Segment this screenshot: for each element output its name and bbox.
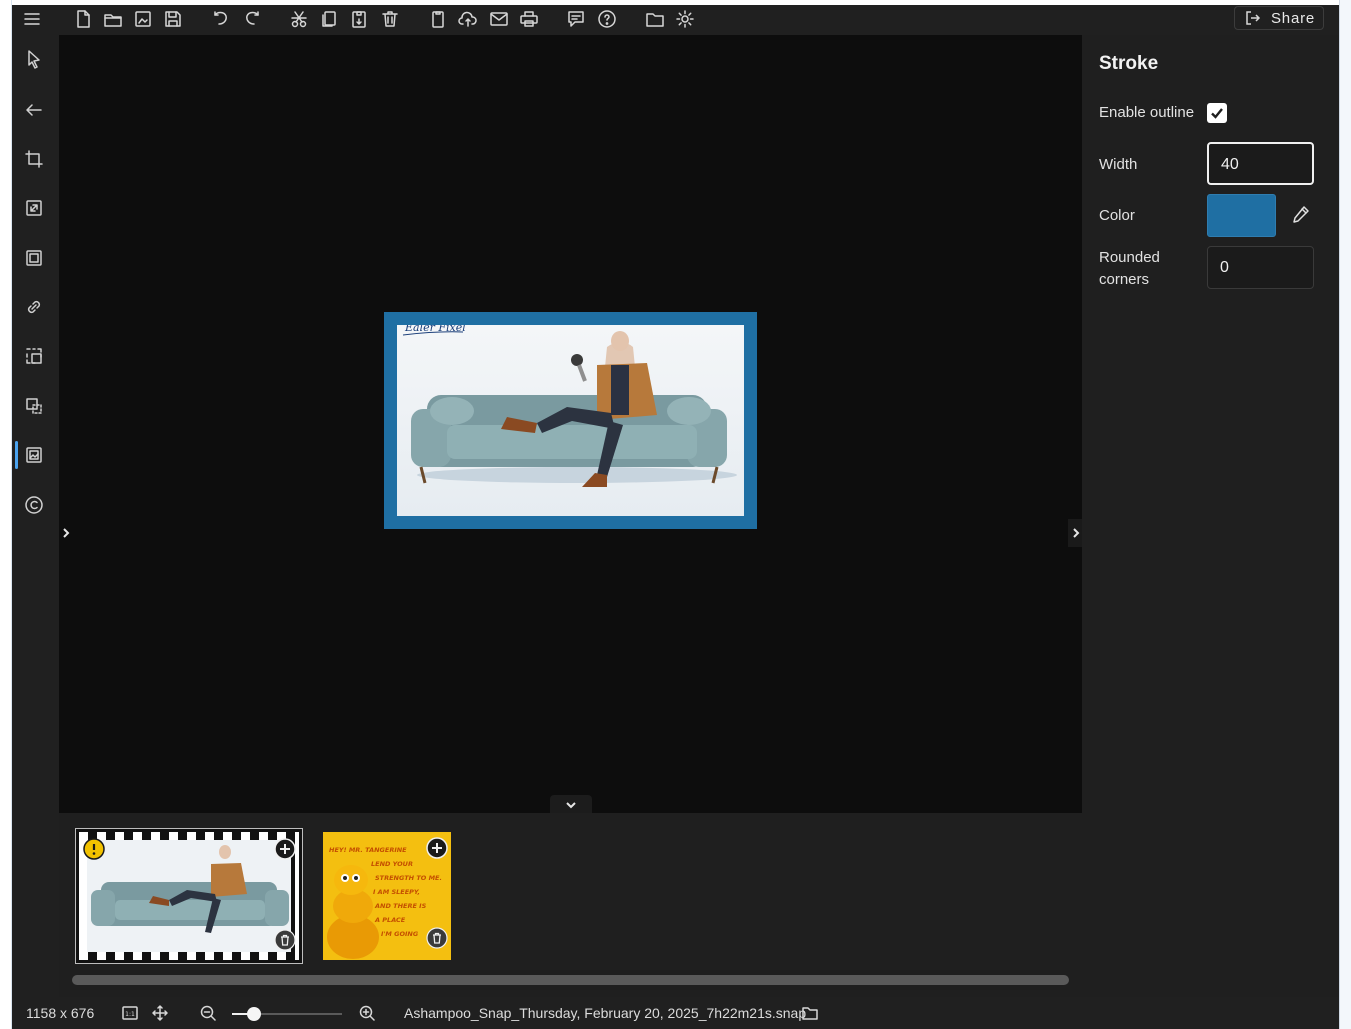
email-icon[interactable] — [487, 7, 511, 31]
add-icon[interactable] — [274, 838, 296, 860]
clipboard-icon[interactable] — [426, 7, 450, 31]
back-arrow-icon[interactable] — [20, 96, 48, 124]
width-input[interactable]: 40 — [1207, 142, 1314, 185]
poster-line-4: I AM SLEEPY, — [373, 888, 420, 896]
help-icon[interactable] — [595, 7, 619, 31]
save-icon[interactable] — [161, 7, 185, 31]
link-icon[interactable] — [20, 293, 48, 321]
width-label: Width — [1099, 156, 1138, 173]
copy-region-icon[interactable] — [20, 392, 48, 420]
collapse-filmstrip-button[interactable] — [550, 795, 592, 815]
poster-line-3: STRENGTH TO ME. — [375, 874, 442, 882]
warning-icon — [83, 838, 105, 860]
top-toolbar: Share — [12, 5, 1339, 35]
poster-line-2: LEND YOUR — [371, 860, 413, 868]
zoom-slider-thumb[interactable] — [247, 1007, 261, 1021]
resize-icon[interactable] — [20, 194, 48, 222]
cut-icon[interactable] — [287, 7, 311, 31]
add-icon[interactable] — [426, 837, 448, 859]
active-tool-indicator — [15, 441, 18, 469]
zoom-out-icon[interactable] — [198, 1003, 218, 1023]
trash-icon[interactable] — [426, 927, 448, 949]
select-tool-icon[interactable] — [20, 45, 48, 73]
filmstrip-scrollbar[interactable] — [72, 975, 1069, 985]
edited-image[interactable]: Ealer Fixel — [384, 312, 757, 529]
poster-line-6: A PLACE — [374, 916, 406, 924]
actual-size-button[interactable]: 1:1 — [120, 1003, 140, 1023]
new-file-icon[interactable] — [71, 7, 95, 31]
folder-icon[interactable] — [643, 7, 667, 31]
image-border-icon[interactable] — [20, 441, 48, 469]
rounded-corners-label: Rounded corners — [1099, 249, 1160, 288]
poster-line-7: I'M GOING — [381, 930, 419, 938]
poster-line-1: HEY! MR. TANGERINE — [329, 846, 407, 854]
filmstrip: HEY! MR. TANGERINE LEND YOUR STRENGTH TO… — [59, 813, 1082, 997]
checkered-border — [79, 832, 299, 960]
zoom-slider[interactable] — [232, 1007, 342, 1021]
crop-icon[interactable] — [20, 145, 48, 173]
open-containing-folder-icon[interactable] — [800, 1003, 820, 1023]
color-label: Color — [1099, 207, 1135, 224]
region-select-icon[interactable] — [20, 342, 48, 370]
enable-outline-label: Enable outline — [1099, 104, 1195, 121]
copyright-icon[interactable] — [20, 491, 48, 519]
redo-icon[interactable] — [240, 7, 264, 31]
rounded-corners-input[interactable]: 0 — [1207, 246, 1314, 289]
enable-outline-checkbox[interactable] — [1207, 103, 1227, 123]
copy-icon[interactable] — [317, 7, 341, 31]
window-border-right — [1339, 0, 1351, 1029]
paste-icon[interactable] — [347, 7, 371, 31]
cloud-upload-icon[interactable] — [456, 7, 480, 31]
frame-icon[interactable] — [20, 244, 48, 272]
status-bar: 1158 x 676 1:1 Ashampoo_Snap_Thursday, F… — [12, 997, 1339, 1029]
filmstrip-thumb-1[interactable] — [75, 828, 303, 964]
open-folder-icon[interactable] — [101, 7, 125, 31]
sofa-photo: Ealer Fixel — [397, 321, 744, 516]
share-button[interactable]: Share — [1234, 6, 1324, 30]
delete-icon[interactable] — [378, 7, 402, 31]
share-label: Share — [1271, 9, 1316, 27]
chevron-right-icon — [63, 528, 70, 538]
fit-to-window-icon[interactable] — [150, 1003, 170, 1023]
tool-rail — [12, 35, 59, 997]
zoom-in-icon[interactable] — [357, 1003, 377, 1023]
color-swatch[interactable] — [1207, 194, 1276, 237]
image-dimensions: 1158 x 676 — [26, 1005, 95, 1021]
eyedropper-icon[interactable] — [1287, 202, 1313, 228]
save-as-icon[interactable] — [131, 7, 155, 31]
file-name: Ashampoo_Snap_Thursday, February 20, 202… — [404, 1005, 807, 1021]
share-icon — [1246, 11, 1261, 25]
filmstrip-thumb-2[interactable]: HEY! MR. TANGERINE LEND YOUR STRENGTH TO… — [323, 832, 451, 960]
chevron-down-icon — [566, 802, 576, 809]
actual-size-label: 1:1 — [125, 1011, 135, 1018]
trash-icon[interactable] — [274, 929, 296, 951]
undo-icon[interactable] — [209, 7, 233, 31]
checkmark-icon — [1211, 108, 1223, 119]
poster-line-5: AND THERE IS — [374, 902, 427, 910]
settings-icon[interactable] — [673, 7, 697, 31]
menu-icon[interactable] — [20, 7, 44, 31]
desktop-edge-left — [0, 0, 12, 1029]
properties-panel: Stroke Enable outline Width 40 Color Rou… — [1082, 35, 1339, 997]
feedback-icon[interactable] — [564, 7, 588, 31]
app-window: Share Ealer Fixel Stroke Enable outline … — [12, 5, 1339, 1029]
chevron-right-icon — [1073, 528, 1080, 538]
panel-title: Stroke — [1099, 53, 1159, 74]
thumb-1-image — [87, 840, 291, 952]
expand-left-panel-button[interactable] — [59, 521, 73, 545]
print-icon[interactable] — [517, 7, 541, 31]
